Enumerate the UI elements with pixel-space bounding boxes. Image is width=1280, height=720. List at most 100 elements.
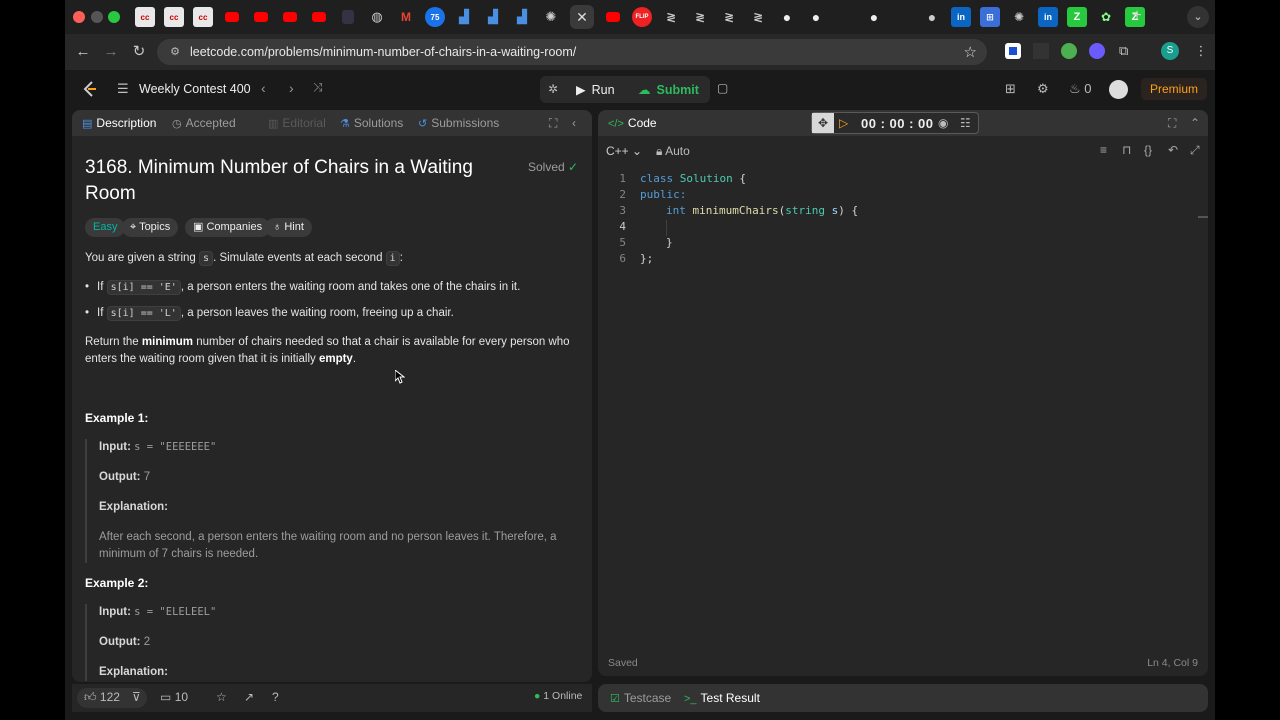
bookmark-button[interactable]: ⊓ (1122, 143, 1131, 157)
tab-linkedin-1[interactable]: in (951, 7, 971, 27)
tab-leetcode-1[interactable]: ≷ (661, 7, 681, 27)
collapse-panel-button[interactable]: ‹ (572, 116, 576, 130)
site-settings-icon[interactable]: ⚙ (167, 44, 183, 60)
settings-button[interactable]: ⚙ (1037, 81, 1049, 97)
tab-gmail[interactable]: M (396, 7, 416, 27)
maximize-panel-button[interactable]: ⛶ (549, 116, 557, 131)
tab-active[interactable]: ✕ (570, 5, 594, 29)
tab-cc-1[interactable]: cc (135, 7, 155, 27)
tab-doc-2[interactable]: ⊞ (980, 7, 1000, 27)
tab-github-2[interactable]: ● (806, 7, 826, 27)
tab-cc-3[interactable]: cc (193, 7, 213, 27)
reload-button[interactable]: ↻ (129, 42, 149, 62)
bookmark-star-icon[interactable]: ☆ (964, 43, 977, 61)
help-button[interactable]: ? (272, 690, 279, 704)
tab-openai[interactable]: ✺ (541, 7, 561, 27)
format-button[interactable]: ≡ (1100, 143, 1107, 157)
tab-doc[interactable] (338, 7, 358, 27)
contest-title[interactable]: Weekly Contest 400 (139, 82, 251, 96)
debug-icon[interactable]: ✲ (548, 82, 558, 96)
reset-button[interactable]: ↶ (1168, 143, 1178, 157)
run-button[interactable]: ▶ Run (576, 82, 615, 97)
tab-accepted[interactable]: ◷ Accepted (172, 116, 236, 130)
tab-leetcode-3[interactable]: ≷ (719, 7, 739, 27)
tab-leetcode-2[interactable]: ≷ (690, 7, 710, 27)
scrollbar-marker[interactable] (1198, 216, 1208, 218)
tab-openai-2[interactable]: ✺ (1009, 7, 1029, 27)
eye-icon[interactable]: ◉ (938, 116, 948, 130)
fullscreen-button[interactable]: ⤢ (1190, 143, 1200, 158)
hint-chip[interactable]: ♁ Hint (265, 218, 312, 237)
address-bar[interactable]: ⚙ leetcode.com/problems/minimum-number-o… (157, 39, 987, 65)
zoom-window-button[interactable] (108, 11, 120, 23)
tab-leetcode-4[interactable]: ≷ (748, 7, 768, 27)
prev-problem-button[interactable]: ‹ (261, 80, 266, 96)
tab-youtube-1[interactable] (222, 7, 242, 27)
tab-test-result[interactable]: >_ Test Result (684, 691, 760, 705)
tab-youtube-2[interactable] (251, 7, 271, 27)
tab-code[interactable]: </> Code (608, 116, 657, 130)
tab-editorial[interactable]: ▥ Editorial (268, 116, 326, 130)
premium-button[interactable]: Premium (1141, 78, 1207, 100)
layout-button[interactable]: ⊞ (1005, 81, 1016, 97)
extension-3-icon[interactable] (1061, 43, 1077, 59)
streak-counter[interactable]: ♨ 0 (1069, 81, 1092, 97)
url-text[interactable]: leetcode.com/problems/minimum-number-of-… (190, 45, 576, 59)
tab-blank-2[interactable] (893, 7, 913, 27)
tab-testcase[interactable]: ☑ Testcase (610, 691, 671, 705)
auto-mode[interactable]: 🔒︎ Auto (656, 144, 690, 159)
tab-globe[interactable]: ◍ (367, 7, 387, 27)
extension-2-icon[interactable] (1033, 43, 1049, 59)
tab-75[interactable]: 75 (425, 7, 445, 27)
companies-chip[interactable]: ▣ Companies (185, 218, 271, 237)
tab-solutions[interactable]: ⚗ Solutions (340, 116, 403, 130)
timer-play-button[interactable]: ▷ (839, 116, 848, 130)
extension-1-icon[interactable] (1005, 43, 1021, 59)
profile-avatar[interactable]: S (1161, 42, 1179, 60)
tab-search-button[interactable]: ⌄ (1187, 6, 1209, 28)
tab-misc[interactable]: ✿ (1096, 7, 1116, 27)
language-select[interactable]: C++ ⌄ (606, 144, 642, 158)
braces-button[interactable]: {} (1144, 143, 1152, 157)
drag-move-icon[interactable]: ✥ (812, 113, 834, 133)
tab-github-1[interactable]: ● (777, 7, 797, 27)
leetcode-logo-icon[interactable] (81, 80, 99, 98)
submit-button[interactable]: ☁ Submit (638, 82, 699, 97)
tab-linkedin-2[interactable]: in (1038, 7, 1058, 27)
settings-sliders-icon[interactable]: ☷ (960, 116, 971, 130)
back-button[interactable]: ← (73, 42, 93, 62)
dislike-button[interactable]: ⊽ (132, 690, 141, 704)
extensions-puzzle-icon[interactable]: ⧉ (1119, 43, 1135, 59)
tab-github-3[interactable]: ● (864, 7, 884, 27)
close-tab-icon[interactable]: ✕ (576, 9, 588, 26)
notes-button[interactable]: ▢ (717, 81, 728, 95)
user-avatar[interactable] (1109, 80, 1128, 99)
close-window-button[interactable] (73, 11, 85, 23)
collapse-code-button[interactable]: ⌃ (1190, 116, 1200, 130)
tab-chart-3[interactable]: ▟ (512, 7, 532, 27)
tab-submissions[interactable]: ↺ Submissions (418, 116, 499, 130)
tab-youtube-3[interactable] (280, 7, 300, 27)
tab-github-4[interactable]: ● (922, 7, 942, 27)
share-button[interactable]: ↗ (244, 690, 254, 704)
tab-chart-2[interactable]: ▟ (483, 7, 503, 27)
tab-z-1[interactable]: Z (1067, 7, 1087, 27)
topics-chip[interactable]: ⌖ Topics (122, 218, 179, 237)
next-problem-button[interactable]: › (289, 80, 294, 96)
tab-chart-1[interactable]: ▟ (454, 7, 474, 27)
browser-menu-icon[interactable]: ⋮ (1193, 43, 1209, 59)
code-editor[interactable]: 1 2 3 4 5 6 class Solution { public: int… (598, 168, 1208, 648)
new-tab-button[interactable]: + (1127, 7, 1147, 27)
forward-button[interactable]: → (101, 42, 121, 62)
tab-flip[interactable]: FLIP (632, 7, 652, 27)
favorite-button[interactable]: ☆ (216, 690, 227, 704)
tab-youtube-4[interactable] (309, 7, 329, 27)
maximize-code-button[interactable]: ⛶ (1168, 116, 1176, 131)
tab-description[interactable]: ▤ Description (82, 116, 156, 130)
tab-blank[interactable] (835, 7, 855, 27)
tab-cc-2[interactable]: cc (164, 7, 184, 27)
tab-youtube-5[interactable] (603, 7, 623, 27)
problem-list-icon[interactable]: ☰ (117, 81, 129, 97)
comments-button[interactable]: ▭ 10 (160, 690, 188, 704)
minimize-window-button[interactable] (91, 11, 103, 23)
